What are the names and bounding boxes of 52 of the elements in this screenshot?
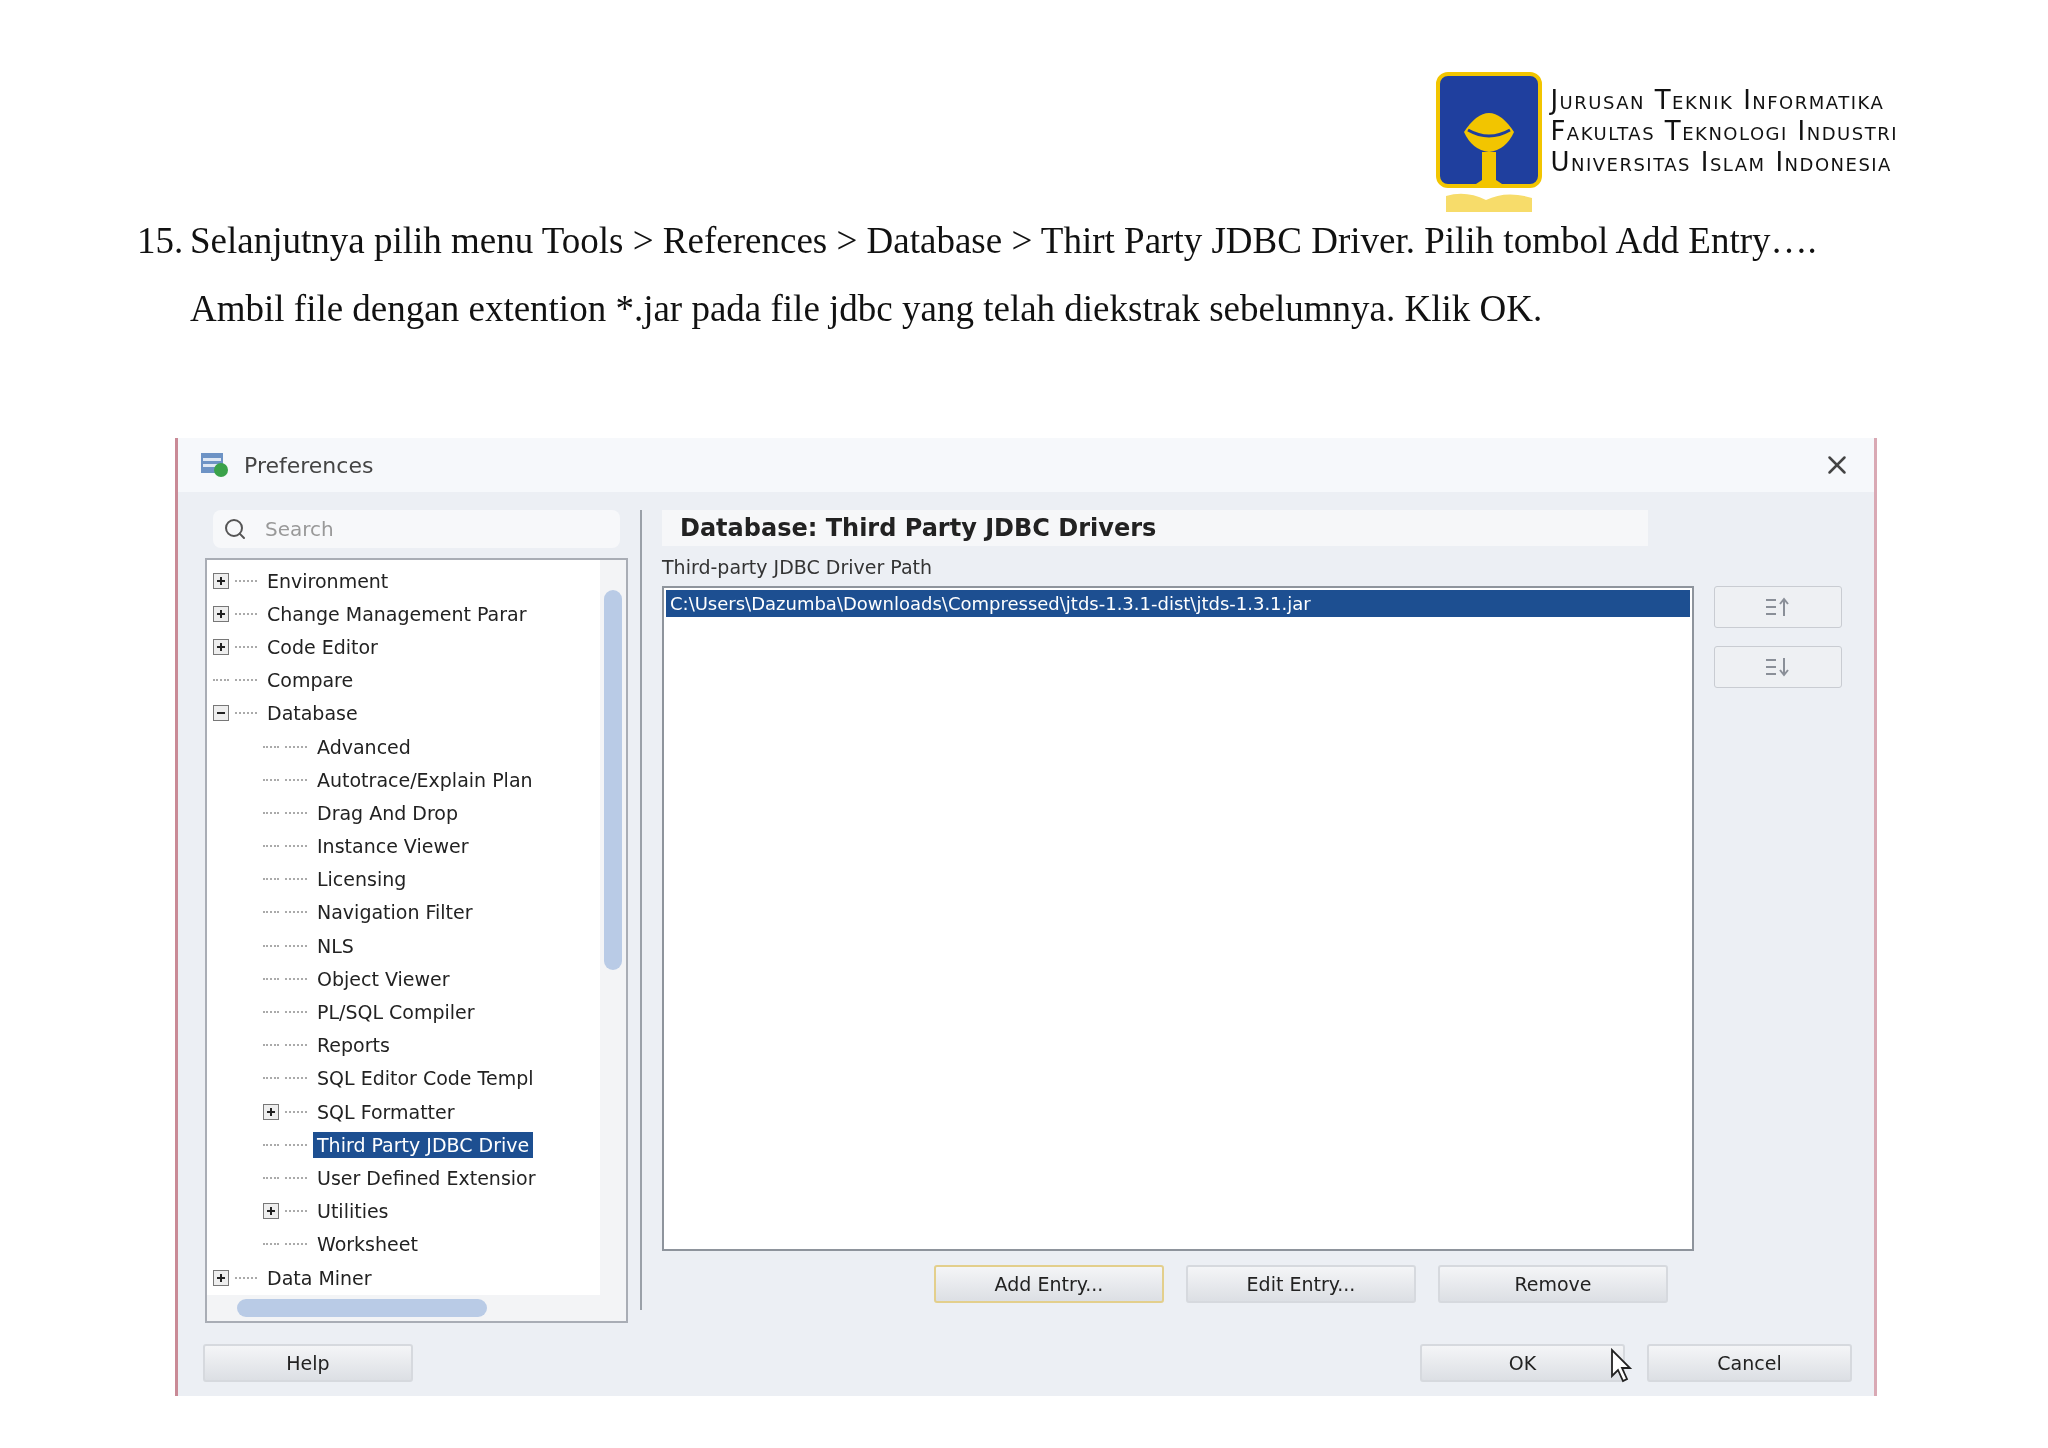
expand-toggle[interactable] xyxy=(213,605,229,622)
search-icon xyxy=(223,517,247,541)
ok-button[interactable]: OK xyxy=(1420,1344,1625,1382)
tree-item[interactable]: Advanced xyxy=(313,733,415,760)
page-title: Database: Third Party JDBC Drivers xyxy=(662,510,1648,546)
tree-item[interactable]: Compare xyxy=(263,667,358,694)
tree-item[interactable]: Code Editor xyxy=(263,633,382,660)
tree-item[interactable]: SQL Editor Code Templ xyxy=(313,1065,538,1092)
search-field[interactable]: Search xyxy=(213,510,620,548)
letterhead-line: Universitas Islam Indonesia xyxy=(1550,148,1893,177)
tree-item[interactable]: SQL Formatter xyxy=(313,1098,459,1125)
collapse-toggle[interactable] xyxy=(213,705,229,722)
tree-item[interactable]: Database xyxy=(263,700,362,727)
tree-item[interactable]: Instance Viewer xyxy=(313,833,473,860)
tree-item[interactable]: Drag And Drop xyxy=(313,799,463,826)
tree-item[interactable]: Navigation Filter xyxy=(313,899,477,926)
move-down-icon xyxy=(1764,656,1792,678)
expand-toggle[interactable] xyxy=(213,572,229,589)
help-button[interactable]: Help xyxy=(203,1344,413,1382)
tree-item[interactable]: User Defined Extensior xyxy=(313,1164,540,1191)
tree-item[interactable]: Utilities xyxy=(313,1198,393,1225)
letterhead-line: Jurusan Teknik Informatika xyxy=(1550,86,1886,115)
tree-item[interactable]: Worksheet xyxy=(313,1231,422,1258)
tree-item[interactable]: Reports xyxy=(313,1032,394,1059)
scroll-thumb[interactable] xyxy=(237,1299,487,1317)
instruction-text: Selanjutnya pilih menu Tools > References > Database > Thirt Party JDBC Driver. Pilih tombol Add Entry…. Ambil file dengan extention *.jar pada file jdbc yang telah diekstrak sebelumnya. Klik OK. xyxy=(190,219,1818,331)
scroll-thumb[interactable] xyxy=(604,590,622,970)
entry-button[interactable]: Remove xyxy=(1438,1265,1668,1303)
move-up-icon xyxy=(1764,596,1792,618)
tree-item[interactable]: Change Management Parar xyxy=(263,600,531,627)
expand-toggle[interactable] xyxy=(213,638,229,655)
list-label: Third-party JDBC Driver Path xyxy=(662,556,934,578)
tree-item[interactable]: NLS xyxy=(313,932,358,959)
tree-item[interactable]: Third Party JDBC Drive xyxy=(313,1131,534,1158)
preferences-icon xyxy=(200,452,230,478)
cancel-button[interactable]: Cancel xyxy=(1647,1344,1852,1382)
letterhead-line: Fakultas Teknologi Industri xyxy=(1550,117,1898,146)
tree-item[interactable]: Licensing xyxy=(313,866,411,893)
expand-toggle[interactable] xyxy=(213,1269,229,1286)
entry-button[interactable]: Add Entry... xyxy=(934,1265,1164,1303)
entry-button[interactable]: Edit Entry... xyxy=(1186,1265,1416,1303)
cursor-icon xyxy=(1610,1348,1634,1384)
tree-item[interactable]: Environment xyxy=(263,567,393,594)
expand-toggle[interactable] xyxy=(263,1203,279,1220)
expand-toggle[interactable] xyxy=(263,1103,279,1120)
tree-item[interactable]: Autotrace/Explain Plan xyxy=(313,766,537,793)
tree-item[interactable]: Data Miner xyxy=(263,1264,376,1291)
tree-item[interactable]: PL/SQL Compiler xyxy=(313,999,479,1026)
list-entry[interactable]: C:\Users\Dazumba\Downloads\Compressed\jtds-1.3.1-dist\jtds-1.3.1.jar xyxy=(666,590,1690,617)
tree-item[interactable]: Object Viewer xyxy=(313,965,454,992)
window-title: Preferences xyxy=(244,452,375,478)
step-number: 15. xyxy=(137,219,185,263)
